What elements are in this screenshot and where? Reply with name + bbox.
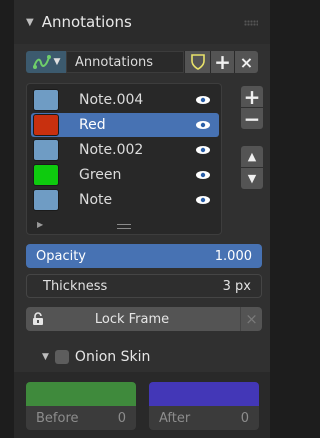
panel-header[interactable]: ▼ Annotations — [14, 0, 270, 44]
triangle-up-icon: ▲ — [247, 150, 257, 163]
remove-layer-button[interactable]: − — [241, 107, 263, 131]
annotation-data-picker[interactable]: ▼ — [26, 51, 66, 73]
add-layer-button[interactable]: + — [241, 85, 263, 109]
layer-item-note-002[interactable]: Note.002 — [31, 138, 219, 162]
before-color-block: Before 0 — [26, 382, 136, 430]
before-value: 0 — [117, 410, 126, 426]
lock-frame-label: Lock Frame — [94, 311, 170, 327]
annotations-panel: ▼ Annotations ▼ Annotations + × Note.004 — [14, 0, 270, 438]
unlink-annotation-button[interactable]: × — [234, 51, 258, 73]
thickness-label: Thickness — [43, 278, 108, 294]
layer-item-note-004[interactable]: Note.004 — [31, 88, 219, 112]
after-label: After — [159, 410, 191, 426]
eye-icon[interactable] — [195, 170, 211, 180]
new-annotation-button[interactable]: + — [210, 50, 234, 74]
list-filter-toggle-icon[interactable]: ▶ — [37, 220, 43, 229]
eye-icon[interactable] — [195, 145, 211, 155]
before-label: Before — [36, 410, 79, 426]
eye-icon[interactable] — [195, 195, 211, 205]
eye-icon[interactable] — [195, 95, 211, 105]
opacity-value: 1.000 — [214, 248, 252, 264]
before-color-swatch[interactable] — [26, 382, 136, 406]
layer-color-swatch[interactable] — [33, 89, 59, 111]
onion-skin-checkbox[interactable] — [54, 350, 69, 364]
layer-list: Note.004 Red Note.002 Green Note ▶ — [26, 83, 222, 235]
layer-item-red[interactable]: Red — [31, 113, 219, 137]
after-color-block: After 0 — [149, 382, 259, 430]
layer-color-swatch[interactable] — [33, 189, 59, 211]
opacity-slider[interactable]: Opacity 1.000 — [26, 244, 262, 268]
layer-name: Note.002 — [79, 142, 144, 158]
collapse-arrow-icon[interactable]: ▼ — [42, 352, 49, 362]
stroke-icon — [32, 55, 51, 69]
chevron-down-icon: ▼ — [53, 57, 61, 67]
onion-skin-label: Onion Skin — [74, 349, 151, 365]
layer-color-swatch[interactable] — [33, 114, 59, 136]
onion-skin-subpanel-header[interactable]: ▼ Onion Skin — [14, 343, 270, 371]
opacity-label: Opacity — [36, 248, 87, 264]
annotation-toolbar: ▼ Annotations + × — [26, 50, 258, 74]
shield-icon — [190, 54, 205, 70]
after-value: 0 — [240, 410, 249, 426]
layer-color-swatch[interactable] — [33, 139, 59, 161]
layer-color-swatch[interactable] — [33, 164, 59, 186]
collapse-arrow-icon[interactable]: ▼ — [26, 17, 34, 28]
layer-item-green[interactable]: Green — [31, 163, 219, 187]
annotation-name-field[interactable]: Annotations — [66, 51, 184, 73]
layer-name: Note.004 — [79, 92, 144, 108]
triangle-down-icon: ▼ — [247, 172, 257, 185]
lock-icon — [33, 312, 43, 325]
before-frames-field[interactable]: Before 0 — [26, 406, 136, 430]
after-color-swatch[interactable] — [149, 382, 259, 406]
layer-name: Green — [79, 167, 122, 183]
lock-frame-field[interactable]: Lock Frame × — [26, 307, 262, 331]
layer-item-note[interactable]: Note — [31, 188, 219, 212]
onion-skin-settings: Before 0 After 0 — [14, 372, 270, 438]
thickness-field[interactable]: Thickness 3 px — [26, 274, 262, 298]
move-layer-up-button[interactable]: ▲ — [241, 146, 263, 167]
list-resize-grip[interactable] — [117, 224, 131, 229]
panel-title: Annotations — [41, 13, 132, 31]
after-frames-field[interactable]: After 0 — [149, 406, 259, 430]
thickness-value: 3 px — [222, 278, 251, 294]
layer-name: Red — [79, 117, 106, 133]
eye-icon[interactable] — [195, 120, 211, 130]
fake-user-button[interactable] — [184, 51, 210, 73]
move-layer-down-button[interactable]: ▼ — [241, 168, 263, 189]
layer-name: Note — [79, 192, 113, 208]
drag-grip-icon[interactable] — [244, 20, 258, 26]
clear-lock-frame-button[interactable]: × — [240, 307, 262, 331]
